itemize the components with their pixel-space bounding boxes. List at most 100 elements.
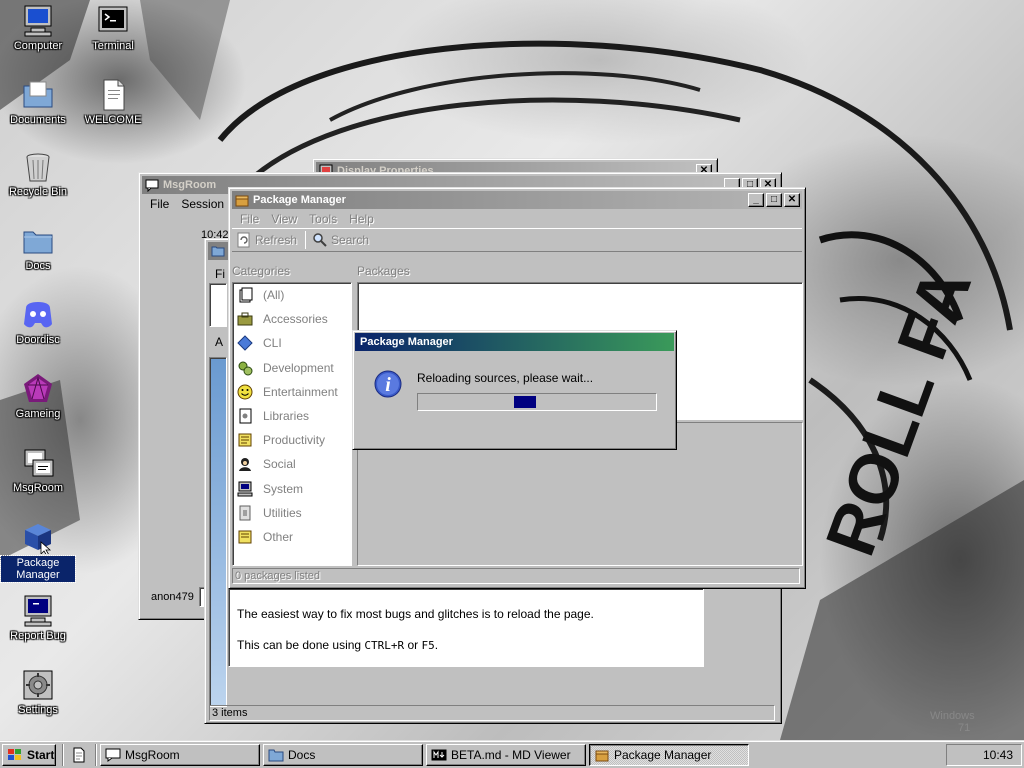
taskbar-item-label: MsgRoom: [125, 747, 180, 762]
clock[interactable]: 10:43: [983, 748, 1013, 762]
shortcut-key: CTRL+R: [364, 639, 405, 652]
quick-launch-document[interactable]: [67, 744, 91, 766]
search-label: Search: [331, 233, 370, 247]
taskbar-item-label: Package Manager: [614, 747, 712, 762]
menu-file[interactable]: File: [144, 197, 175, 211]
chat-icon: [145, 179, 159, 192]
desktop-icon-welcome[interactable]: WELCOME: [76, 78, 150, 126]
desktop-icon-report-bug[interactable]: Report Bug: [1, 594, 75, 642]
folder-documents-icon: [21, 78, 55, 112]
taskbar-item-label: Docs: [288, 747, 316, 762]
smiley-icon: [237, 384, 253, 400]
desktop-icon-settings[interactable]: Settings: [1, 668, 75, 716]
maximize-button[interactable]: □: [766, 193, 782, 207]
minimize-button[interactable]: _: [748, 193, 764, 207]
category-entertainment[interactable]: Entertainment: [233, 380, 351, 404]
chat-icon: [105, 748, 121, 762]
desktop-icon-gameing[interactable]: Gameing: [1, 372, 75, 420]
help-text: or: [404, 638, 422, 652]
category-other[interactable]: Other: [233, 525, 351, 549]
desktop-icon-label: Docs: [25, 260, 51, 272]
package-manager-icon: [21, 520, 55, 557]
document-icon: [73, 747, 85, 762]
svg-text:i: i: [385, 374, 391, 396]
system-tray: 10:43: [946, 743, 1022, 766]
report-bug-icon: [21, 594, 55, 628]
desktop-icon-label: Settings: [18, 704, 58, 716]
menu-view[interactable]: View: [265, 212, 303, 226]
watermark-line: 71: [958, 722, 971, 734]
menu-file[interactable]: File: [234, 212, 265, 226]
category-development[interactable]: Development: [233, 356, 351, 380]
desktop-icon-terminal[interactable]: Terminal: [76, 4, 150, 52]
windows-watermark: Windows 71: [930, 710, 975, 734]
package-manager-toolbar: Refresh Search: [232, 228, 802, 252]
dialog-message: Reloading sources, please wait...: [417, 371, 594, 385]
taskbar-item-msgroom[interactable]: MsgRoom: [100, 743, 260, 766]
folder-icon: [21, 224, 55, 258]
toolbar-separator: [305, 231, 307, 249]
category-label: CLI: [263, 336, 282, 351]
category-label: Entertainment: [263, 384, 338, 399]
info-icon: i: [373, 369, 403, 402]
status-text: 0 packages listed: [235, 570, 320, 582]
menu-help[interactable]: Help: [343, 212, 380, 226]
desktop-icon-docs[interactable]: Docs: [1, 224, 75, 272]
category-utilities[interactable]: Utilities: [233, 501, 351, 525]
username-label: anon479: [151, 591, 194, 603]
desktop-icon-recycle-bin[interactable]: Recycle Bin: [1, 150, 75, 198]
desktop-icon-computer[interactable]: Computer: [1, 4, 75, 52]
desktop-icon-documents[interactable]: Documents: [1, 78, 75, 126]
desktop-icon-label: Doordisc: [16, 334, 60, 346]
search-button[interactable]: Search: [312, 232, 369, 248]
category-label: System: [263, 481, 304, 496]
category-label: Accessories: [263, 312, 328, 327]
reload-dialog-titlebar[interactable]: Package Manager: [355, 333, 674, 351]
category-all[interactable]: (All): [233, 283, 351, 307]
category-cli[interactable]: CLI: [233, 331, 351, 355]
package-icon: [235, 195, 249, 207]
doordisc-icon: [21, 298, 55, 332]
refresh-label: Refresh: [255, 233, 298, 247]
category-system[interactable]: System: [233, 477, 351, 501]
md-viewer-content: The easiest way to fix most bugs and gli…: [228, 588, 704, 667]
folder-icon: [211, 246, 225, 257]
help-text-line-1: The easiest way to fix most bugs and gli…: [237, 607, 594, 621]
category-social[interactable]: Social: [233, 452, 351, 476]
desktop: ROLL FA Computer Terminal Documents WELC…: [0, 0, 1024, 740]
taskbar-item-docs[interactable]: Docs: [263, 743, 423, 766]
docs-menu-file[interactable]: Fi: [215, 267, 225, 281]
refresh-button[interactable]: Refresh: [236, 232, 297, 248]
category-libraries[interactable]: Libraries: [233, 404, 351, 428]
categories-list: (All) Accessories CLI Development Entert…: [232, 282, 352, 566]
docs-side-panel: [209, 357, 227, 707]
close-button[interactable]: ✕: [784, 193, 800, 207]
productivity-icon: [238, 433, 252, 447]
refresh-icon: [237, 232, 250, 248]
taskbar-item-md-viewer[interactable]: BETA.md - MD Viewer: [426, 743, 586, 766]
libraries-icon: [239, 408, 252, 424]
taskbar-item-package-manager[interactable]: Package Manager: [589, 743, 749, 766]
package-icon: [595, 750, 609, 761]
category-accessories[interactable]: Accessories: [233, 307, 351, 331]
help-text-line-2: This can be done using CTRL+R or F5.: [237, 638, 695, 653]
desktop-icon-package-manager[interactable]: Package Manager: [0, 520, 76, 583]
reload-dialog[interactable]: Package Manager i Reloading sources, ple…: [352, 330, 677, 450]
menu-session[interactable]: Session: [175, 197, 230, 211]
package-manager-titlebar[interactable]: Package Manager _ □ ✕: [232, 191, 802, 209]
markdown-icon: [431, 749, 447, 760]
docs-address-label: A: [215, 335, 224, 349]
category-productivity[interactable]: Productivity: [233, 428, 351, 452]
desktop-icon-doordisc[interactable]: Doordisc: [1, 298, 75, 346]
desktop-icon-msgroom[interactable]: MsgRoom: [1, 446, 75, 494]
category-label: Productivity: [263, 433, 326, 448]
status-text: 3 items: [212, 707, 248, 719]
start-button[interactable]: Start: [2, 743, 56, 766]
category-label: Utilities: [263, 505, 302, 520]
category-label: Social: [263, 457, 296, 472]
desktop-icon-label: Report Bug: [10, 630, 66, 642]
start-label: Start: [27, 747, 55, 762]
social-icon: [239, 458, 251, 472]
desktop-icon-label: Recycle Bin: [8, 186, 68, 198]
menu-tools[interactable]: Tools: [303, 212, 343, 226]
